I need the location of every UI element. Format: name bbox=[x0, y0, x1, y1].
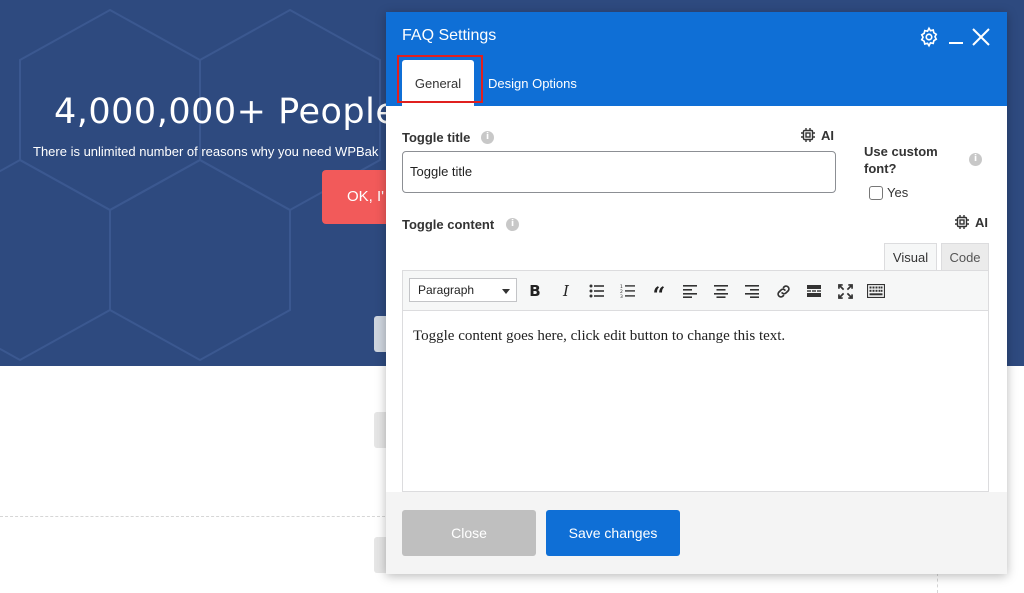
hero-title: 4,000,000+ People bbox=[54, 92, 398, 132]
close-button[interactable]: Close bbox=[402, 510, 536, 556]
format-select[interactable]: Paragraph bbox=[409, 278, 517, 302]
minimize-icon[interactable] bbox=[945, 26, 967, 48]
link-icon[interactable] bbox=[771, 279, 795, 303]
dialog-footer: Close Save changes bbox=[386, 492, 1007, 574]
align-center-icon[interactable] bbox=[709, 279, 733, 303]
ai-label: AI bbox=[975, 214, 988, 230]
editor-tab-code[interactable]: Code bbox=[941, 243, 989, 270]
hero-subtitle: There is unlimited number of reasons why… bbox=[33, 144, 379, 159]
caret-down-icon bbox=[502, 289, 510, 294]
fullscreen-icon[interactable] bbox=[833, 279, 857, 303]
read-more-icon[interactable] bbox=[802, 279, 826, 303]
info-icon[interactable]: i bbox=[969, 153, 982, 166]
numbered-list-icon[interactable]: 123 bbox=[616, 279, 640, 303]
custom-font-checkbox[interactable] bbox=[869, 186, 883, 200]
editor-tab-visual[interactable]: Visual bbox=[884, 243, 937, 270]
dialog-header: FAQ Settings General Design Options bbox=[386, 12, 1007, 106]
close-icon[interactable] bbox=[970, 26, 992, 48]
faq-settings-dialog: FAQ Settings General Design Options Togg… bbox=[386, 12, 1007, 574]
format-select-value: Paragraph bbox=[418, 283, 475, 297]
chip-icon bbox=[801, 128, 815, 142]
info-icon[interactable]: i bbox=[506, 218, 519, 231]
tab-general[interactable]: General bbox=[402, 60, 474, 106]
custom-font-label: Use custom font? bbox=[864, 144, 938, 176]
dialog-title: FAQ Settings bbox=[402, 27, 497, 44]
editor-content-area[interactable]: Toggle content goes here, click edit but… bbox=[403, 312, 988, 491]
svg-text:3: 3 bbox=[620, 294, 623, 298]
toggle-title-label: Toggle title bbox=[402, 130, 471, 145]
toggle-title-input[interactable]: Toggle title bbox=[402, 151, 836, 193]
gear-icon[interactable] bbox=[918, 26, 940, 48]
bold-icon[interactable]: B bbox=[523, 279, 547, 303]
tab-design-options[interactable]: Design Options bbox=[488, 60, 577, 106]
rich-text-editor: Paragraph B I 123 “ Toggle content goes … bbox=[402, 270, 989, 492]
info-icon[interactable]: i bbox=[481, 131, 494, 144]
toolbar-toggle-icon[interactable] bbox=[864, 279, 888, 303]
italic-icon[interactable]: I bbox=[554, 279, 578, 303]
bullet-list-icon[interactable] bbox=[585, 279, 609, 303]
blockquote-icon[interactable]: “ bbox=[647, 279, 671, 307]
align-right-icon[interactable] bbox=[740, 279, 764, 303]
align-left-icon[interactable] bbox=[678, 279, 702, 303]
custom-font-yes-label: Yes bbox=[887, 185, 909, 200]
editor-toolbar: Paragraph B I 123 “ bbox=[403, 271, 988, 311]
row-divider bbox=[0, 516, 385, 517]
toggle-content-label: Toggle content bbox=[402, 217, 495, 232]
toggle-title-ai-button[interactable]: AI bbox=[800, 127, 834, 143]
toggle-content-ai-button[interactable]: AI bbox=[954, 214, 988, 230]
column-divider bbox=[937, 573, 938, 593]
ai-label: AI bbox=[821, 127, 834, 143]
save-changes-button[interactable]: Save changes bbox=[546, 510, 680, 556]
chip-icon bbox=[955, 215, 969, 229]
